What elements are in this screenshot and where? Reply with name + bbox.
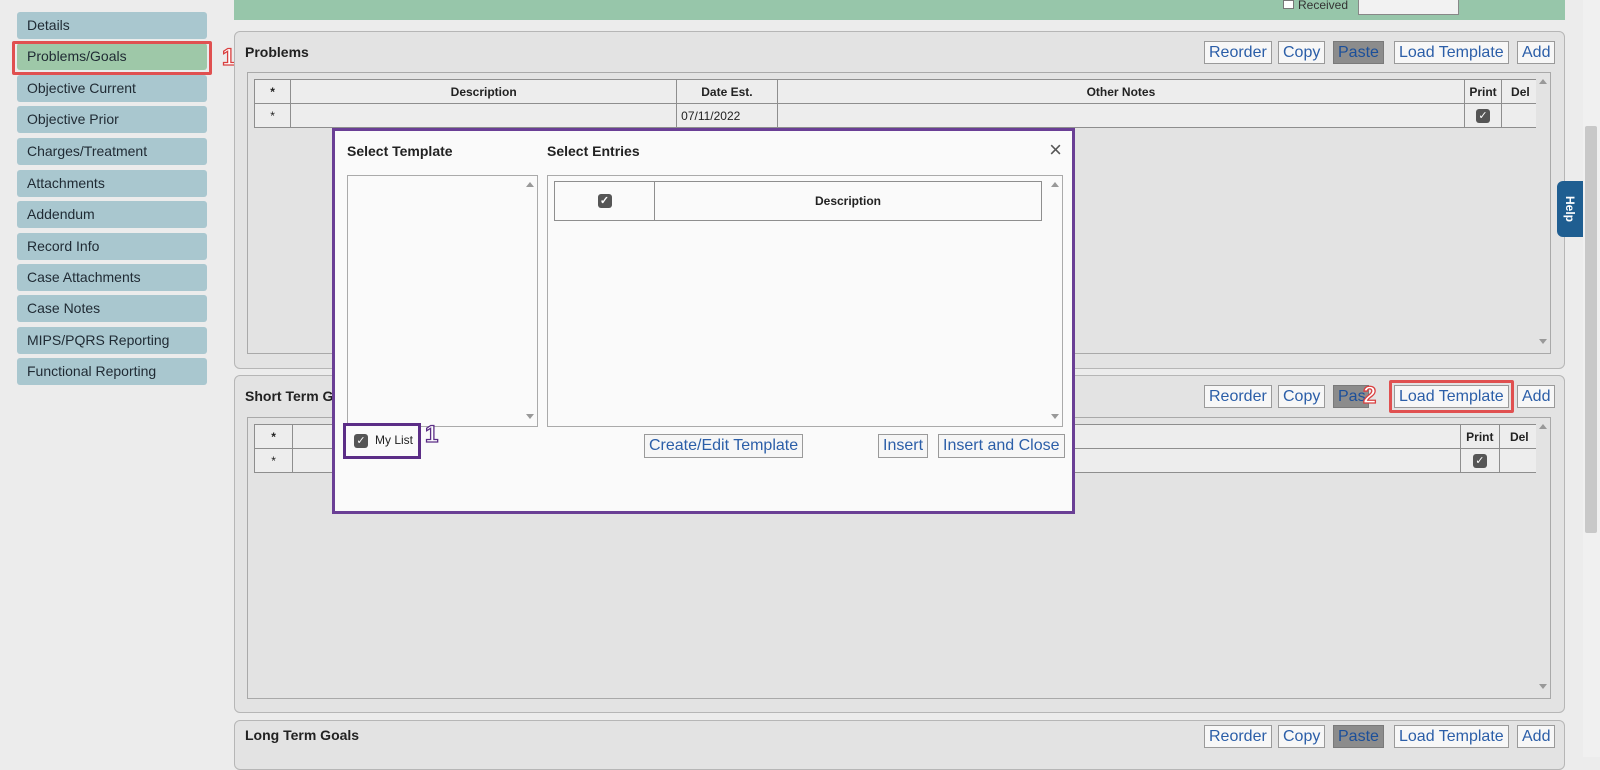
received-date-field[interactable] [1358, 0, 1459, 15]
print-check-icon: ✓ [1475, 108, 1490, 123]
problems-add-button[interactable]: Add [1517, 41, 1556, 64]
problems-table: * Description Date Est. Other Notes Prin… [253, 79, 1541, 128]
col-del: Del [1498, 424, 1541, 449]
entries-table: ✓ Description [554, 181, 1042, 221]
my-list-toggle[interactable]: ✓ My List [343, 423, 421, 459]
insert-and-close-button[interactable]: Insert and Close [938, 434, 1065, 458]
sidebar-item-attachments[interactable]: Attachments [17, 170, 207, 197]
status-bar: Received [234, 0, 1565, 20]
short-term-copy-button[interactable]: Copy [1278, 385, 1326, 408]
problems-load-template-button[interactable]: Load Template [1394, 41, 1509, 64]
problems-title: Problems [245, 44, 309, 60]
scroll-down-icon[interactable] [1051, 414, 1059, 419]
sidebar: Details Problems/Goals Objective Current… [0, 0, 236, 757]
highlight-problems-goals [12, 41, 212, 75]
col-star: * [253, 424, 294, 449]
sidebar-item-record-info[interactable]: Record Info [17, 233, 207, 260]
modal-step-1-marker: 1 [424, 420, 439, 448]
insert-button[interactable]: Insert [878, 434, 929, 458]
load-template-dialog: Select Template Select Entries × ✓ Descr… [332, 128, 1075, 514]
my-list-label: My List [375, 433, 414, 447]
select-all-cell[interactable]: ✓ [554, 181, 655, 221]
col-print: Print [1460, 424, 1500, 449]
received-label: Received [1298, 0, 1349, 12]
sidebar-item-addendum[interactable]: Addendum [17, 201, 207, 228]
table-row[interactable]: * 07/11/2022 ✓ [253, 103, 1541, 128]
scroll-down-icon[interactable] [1539, 339, 1547, 344]
col-del: Del [1500, 79, 1541, 104]
short-term-add-button[interactable]: Add [1517, 385, 1556, 408]
received-checkbox[interactable] [1283, 0, 1294, 9]
row-del[interactable] [1500, 103, 1541, 128]
long-term-title: Long Term Goals [245, 727, 360, 743]
table-header-row: ✓ Description [554, 181, 1042, 221]
sidebar-item-objective-current[interactable]: Objective Current [17, 75, 207, 102]
scroll-up-icon[interactable] [526, 182, 534, 187]
sidebar-item-charges-treatment[interactable]: Charges/Treatment [17, 138, 207, 165]
template-list-scrollbar[interactable] [523, 176, 537, 426]
long-term-paste-button[interactable]: Paste [1333, 725, 1384, 748]
long-term-copy-button[interactable]: Copy [1278, 725, 1326, 748]
long-term-add-button[interactable]: Add [1517, 725, 1556, 748]
select-entries-heading: Select Entries [547, 143, 640, 159]
long-term-reorder-button[interactable]: Reorder [1204, 725, 1272, 748]
col-date-est[interactable]: Date Est. [676, 79, 778, 104]
sidebar-item-functional-reporting[interactable]: Functional Reporting [17, 358, 207, 385]
sidebar-item-case-attachments[interactable]: Case Attachments [17, 264, 207, 291]
my-list-check-icon[interactable]: ✓ [354, 434, 368, 448]
entries-list-scrollbar[interactable] [1048, 176, 1062, 426]
scroll-down-icon[interactable] [526, 414, 534, 419]
page-scrollbar-thumb[interactable] [1585, 126, 1597, 533]
col-other-notes[interactable]: Other Notes [776, 79, 1466, 104]
sidebar-item-details[interactable]: Details [17, 12, 207, 39]
short-term-title: Short Term Gi [245, 388, 338, 404]
row-star: * [253, 103, 292, 128]
sidebar-item-case-notes[interactable]: Case Notes [17, 295, 207, 322]
help-tab[interactable]: Help [1557, 181, 1583, 237]
table-header-row: * Description Date Est. Other Notes Prin… [253, 79, 1541, 104]
short-term-grid-scrollbar[interactable] [1536, 418, 1550, 698]
sidebar-item-mips-pqrs[interactable]: MIPS/PQRS Reporting [17, 327, 207, 354]
scroll-down-icon[interactable] [1539, 684, 1547, 689]
row-star: * [253, 448, 294, 473]
row-print[interactable]: ✓ [1464, 103, 1502, 128]
print-check-icon: ✓ [1472, 453, 1487, 468]
close-icon[interactable]: × [1049, 137, 1062, 163]
entries-list: ✓ Description [547, 175, 1063, 427]
select-all-check-icon[interactable]: ✓ [597, 194, 612, 209]
page-scrollbar[interactable] [1583, 0, 1600, 757]
row-print[interactable]: ✓ [1460, 448, 1500, 473]
help-label: Help [1563, 195, 1577, 222]
problems-grid-scrollbar[interactable] [1536, 73, 1550, 353]
create-edit-template-button[interactable]: Create/Edit Template [644, 434, 804, 458]
row-description[interactable] [290, 103, 678, 128]
row-notes[interactable] [776, 103, 1466, 128]
scroll-up-icon[interactable] [1539, 424, 1547, 429]
problems-copy-button[interactable]: Copy [1278, 41, 1326, 64]
select-template-heading: Select Template [347, 143, 453, 159]
scroll-up-icon[interactable] [1051, 182, 1059, 187]
short-term-reorder-button[interactable]: Reorder [1204, 385, 1272, 408]
long-term-load-template-button[interactable]: Load Template [1394, 725, 1509, 748]
col-description: Description [654, 181, 1042, 221]
highlight-load-template [1389, 380, 1514, 413]
scroll-up-icon[interactable] [1539, 79, 1547, 84]
row-date[interactable]: 07/11/2022 [676, 103, 778, 128]
template-list[interactable] [347, 175, 538, 427]
problems-paste-button[interactable]: Paste [1333, 41, 1384, 64]
sidebar-item-objective-prior[interactable]: Objective Prior [17, 106, 207, 133]
long-term-goals-panel: Long Term Goals Reorder Copy Paste Load … [234, 720, 1565, 770]
col-description[interactable]: Description [290, 79, 678, 104]
col-print: Print [1464, 79, 1502, 104]
col-star: * [253, 79, 292, 104]
step-2-marker: 2 [1362, 381, 1377, 409]
problems-reorder-button[interactable]: Reorder [1204, 41, 1272, 64]
row-del[interactable] [1498, 448, 1541, 473]
